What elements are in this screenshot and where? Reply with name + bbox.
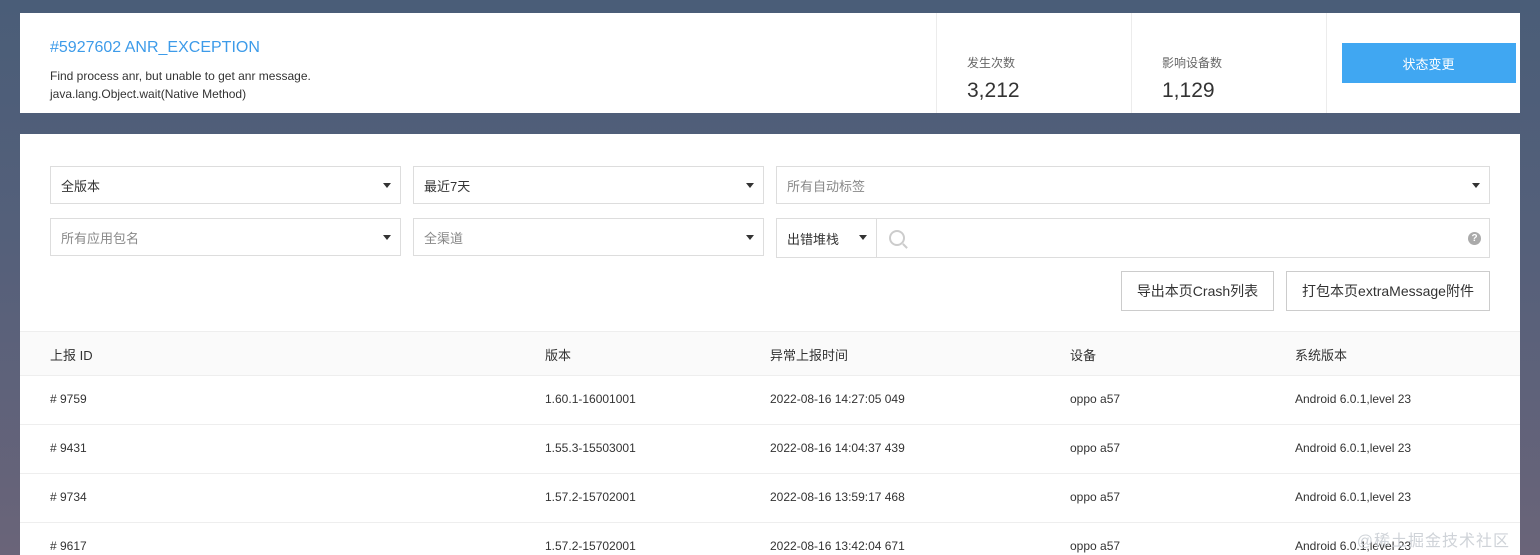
auto-tags-select-value: 所有自动标签 xyxy=(787,178,866,194)
issue-info: #5927602 ANR_EXCEPTION Find process anr,… xyxy=(20,13,936,113)
cell-device: oppo a57 xyxy=(1070,490,1121,504)
cell-report-id[interactable]: # 9431 xyxy=(50,441,87,455)
chevron-down-icon xyxy=(859,235,867,240)
cell-report-time: 2022-08-16 14:27:05 049 xyxy=(770,392,905,406)
header-report-time: 异常上报时间 xyxy=(770,348,849,363)
watermark: @稀土掘金技术社区 xyxy=(1356,533,1510,550)
chevron-down-icon xyxy=(383,183,391,188)
table-header-cells: 上报 ID 版本 异常上报时间 设备 系统版本 xyxy=(20,332,1520,375)
cell-report-id[interactable]: # 9617 xyxy=(50,539,87,553)
date-range-select-value: 最近7天 xyxy=(424,178,471,194)
table-row[interactable]: # 9734 1.57.2-15702001 2022-08-16 13:59:… xyxy=(20,474,1520,523)
affected-devices-label: 影响设备数 xyxy=(1162,56,1223,70)
stack-search-input[interactable]: ? xyxy=(876,218,1490,258)
search-type-select-value: 出错堆栈 xyxy=(787,231,840,247)
occurrences-stat: 发生次数 3,212 xyxy=(936,13,1131,113)
table-header: 上报 ID 版本 异常上报时间 设备 系统版本 xyxy=(20,331,1520,376)
issue-description-line2: java.lang.Object.wait(Native Method) xyxy=(50,87,247,101)
table-row[interactable]: # 9617 1.57.2-15702001 2022-08-16 13:42:… xyxy=(20,523,1520,555)
header-os-version: 系统版本 xyxy=(1295,348,1348,363)
occurrences-label: 发生次数 xyxy=(967,56,1016,70)
cell-report-time: 2022-08-16 13:42:04 671 xyxy=(770,539,905,553)
issue-description-line1: Find process anr, but unable to get anr … xyxy=(50,69,311,83)
issue-summary-card: #5927602 ANR_EXCEPTION Find process anr,… xyxy=(20,13,1520,113)
cell-version: 1.60.1-16001001 xyxy=(545,392,636,406)
cell-device: oppo a57 xyxy=(1070,441,1121,455)
pack-extramessage-button[interactable]: 打包本页extraMessage附件 xyxy=(1286,271,1490,311)
channel-select-value: 全渠道 xyxy=(424,230,464,246)
cell-version: 1.55.3-15503001 xyxy=(545,441,636,455)
package-select-value: 所有应用包名 xyxy=(61,230,140,246)
cell-os-version: Android 6.0.1,level 23 xyxy=(1295,441,1412,455)
table-row-cells: # 9759 1.60.1-16001001 2022-08-16 14:27:… xyxy=(20,376,1520,424)
package-select[interactable]: 所有应用包名 xyxy=(50,218,401,256)
cell-report-time: 2022-08-16 14:04:37 439 xyxy=(770,441,905,455)
export-crash-list-button[interactable]: 导出本页Crash列表 xyxy=(1121,271,1274,311)
table-row-cells: # 9431 1.55.3-15503001 2022-08-16 14:04:… xyxy=(20,425,1520,473)
crash-table: 上报 ID 版本 异常上报时间 设备 系统版本 # 9759 1.60.1-16… xyxy=(20,331,1520,555)
date-range-select[interactable]: 最近7天 xyxy=(413,166,764,204)
header-report-id: 上报 ID xyxy=(50,348,93,363)
issue-title[interactable]: #5927602 ANR_EXCEPTION xyxy=(50,39,906,57)
cell-report-id[interactable]: # 9734 xyxy=(50,490,87,504)
header-device: 设备 xyxy=(1070,348,1097,363)
table-row-cells: # 9617 1.57.2-15702001 2022-08-16 13:42:… xyxy=(20,523,1520,555)
search-type-select[interactable]: 出错堆栈 xyxy=(776,218,877,258)
auto-tags-select[interactable]: 所有自动标签 xyxy=(776,166,1490,204)
occurrences-value: 3,212 xyxy=(967,79,1020,102)
header-version: 版本 xyxy=(545,348,572,363)
cell-os-version: Android 6.0.1,level 23 xyxy=(1295,392,1412,406)
version-select-value: 全版本 xyxy=(61,178,101,194)
search-icon xyxy=(889,230,905,246)
cell-version: 1.57.2-15702001 xyxy=(545,490,636,504)
cell-report-id[interactable]: # 9759 xyxy=(50,392,87,406)
chevron-down-icon xyxy=(1472,183,1480,188)
channel-select[interactable]: 全渠道 xyxy=(413,218,764,256)
chevron-down-icon xyxy=(383,235,391,240)
version-select[interactable]: 全版本 xyxy=(50,166,401,204)
cell-os-version: Android 6.0.1,level 23 xyxy=(1295,490,1412,504)
cell-device: oppo a57 xyxy=(1070,539,1121,553)
cell-report-time: 2022-08-16 13:59:17 468 xyxy=(770,490,905,504)
crash-list-card: 全版本 最近7天 所有自动标签 所有应用包名 全渠道 出错堆栈 ? 导出本页Cr… xyxy=(20,134,1520,555)
status-change-button[interactable]: 状态变更 xyxy=(1341,43,1516,83)
affected-devices-value: 1,129 xyxy=(1162,79,1215,102)
chevron-down-icon xyxy=(746,235,754,240)
help-icon[interactable]: ? xyxy=(1468,232,1481,245)
table-row[interactable]: # 9431 1.55.3-15503001 2022-08-16 14:04:… xyxy=(20,425,1520,474)
chevron-down-icon xyxy=(746,183,754,188)
table-row[interactable]: # 9759 1.60.1-16001001 2022-08-16 14:27:… xyxy=(20,376,1520,425)
affected-devices-stat: 影响设备数 1,129 xyxy=(1131,13,1326,113)
cell-device: oppo a57 xyxy=(1070,392,1121,406)
status-action-cell: 状态变更 xyxy=(1326,13,1520,113)
cell-version: 1.57.2-15702001 xyxy=(545,539,636,553)
table-row-cells: # 9734 1.57.2-15702001 2022-08-16 13:59:… xyxy=(20,474,1520,522)
